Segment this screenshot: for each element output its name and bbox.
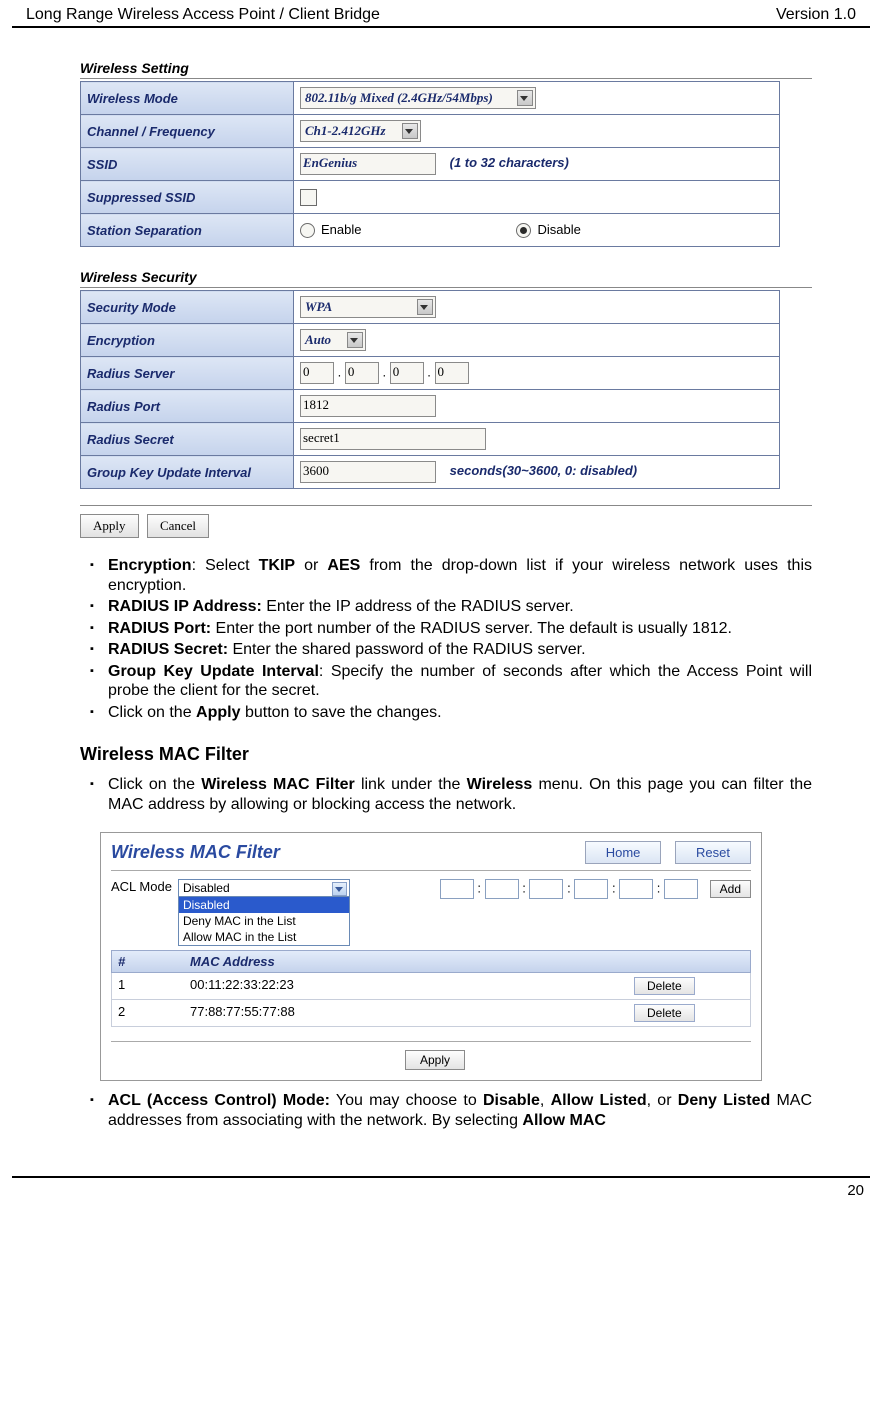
radius-ip-4[interactable]: 0 [435, 362, 469, 384]
bullet-encryption: Encryption: Select TKIP or AES from the … [80, 556, 812, 595]
wireless-security-title: Wireless Security [80, 269, 812, 288]
bullet-mac-intro: Click on the Wireless MAC Filter link un… [80, 775, 812, 814]
channel-select[interactable]: Ch1-2.412GHz [300, 120, 421, 142]
header-left: Long Range Wireless Access Point / Clien… [26, 6, 380, 24]
security-mode-label: Security Mode [81, 291, 294, 324]
col-mac: MAC Address [184, 951, 628, 972]
radius-ip-3[interactable]: 0 [390, 362, 424, 384]
cancel-button[interactable]: Cancel [147, 514, 209, 538]
acl-mode-label: ACL Mode [111, 879, 172, 894]
mac-in-1[interactable] [440, 879, 474, 899]
mac-filter-panel: Wireless MAC Filter Home Reset ACL Mode … [100, 832, 762, 1081]
radius-server-label: Radius Server [81, 357, 294, 390]
acl-selected: Disabled [179, 880, 349, 896]
radius-port-input[interactable]: 1812 [300, 395, 436, 417]
encryption-label: Encryption [81, 324, 294, 357]
mac-in-5[interactable] [619, 879, 653, 899]
security-mode-select[interactable]: WPA [300, 296, 436, 318]
channel-label: Channel / Frequency [81, 115, 294, 148]
row-num: 1 [112, 973, 184, 999]
gku-hint: seconds(30~3600, 0: disabled) [450, 463, 638, 478]
mac-in-4[interactable] [574, 879, 608, 899]
wireless-setting-title: Wireless Setting [80, 60, 812, 79]
row-num: 2 [112, 1000, 184, 1026]
radius-secret-input[interactable]: secret1 [300, 428, 486, 450]
station-separation-label: Station Separation [81, 214, 294, 247]
ssid-label: SSID [81, 148, 294, 181]
home-button[interactable]: Home [585, 841, 662, 864]
row-mac: 00:11:22:33:22:23 [184, 973, 628, 999]
mac-in-6[interactable] [664, 879, 698, 899]
bullet-acl-mode: ACL (Access Control) Mode: You may choos… [80, 1091, 812, 1130]
row-mac: 77:88:77:55:77:88 [184, 1000, 628, 1026]
table-row: 2 77:88:77:55:77:88 Delete [111, 1000, 751, 1027]
wireless-setting-panel: Wireless Setting Wireless Mode 802.11b/g… [80, 60, 812, 538]
acl-opt-disabled[interactable]: Disabled [179, 897, 349, 913]
radius-secret-label: Radius Secret [81, 423, 294, 456]
bullet-gku: Group Key Update Interval: Specify the n… [80, 662, 812, 701]
mac-in-3[interactable] [529, 879, 563, 899]
add-button[interactable]: Add [710, 880, 751, 898]
delete-button[interactable]: Delete [634, 977, 695, 995]
acl-mode-select[interactable]: Disabled Disabled Deny MAC in the List A… [178, 879, 350, 946]
delete-button[interactable]: Delete [634, 1004, 695, 1022]
enable-radio[interactable] [300, 223, 315, 238]
table-row: 1 00:11:22:33:22:23 Delete [111, 973, 751, 1000]
header-right: Version 1.0 [776, 6, 856, 24]
gku-input[interactable]: 3600 [300, 461, 436, 483]
acl-opt-allow[interactable]: Allow MAC in the List [179, 929, 349, 945]
col-num: # [112, 951, 184, 972]
radius-port-label: Radius Port [81, 390, 294, 423]
wireless-mode-label: Wireless Mode [81, 82, 294, 115]
mac-in-2[interactable] [485, 879, 519, 899]
bullet-radius-port: RADIUS Port: Enter the port number of th… [80, 619, 812, 639]
bullet-apply: Click on the Apply button to save the ch… [80, 703, 812, 723]
bullet-radius-secret: RADIUS Secret: Enter the shared password… [80, 640, 812, 660]
reset-button[interactable]: Reset [675, 841, 751, 864]
gku-label: Group Key Update Interval [81, 456, 294, 489]
radius-ip-2[interactable]: 0 [345, 362, 379, 384]
suppressed-ssid-checkbox[interactable] [300, 189, 317, 206]
suppressed-ssid-label: Suppressed SSID [81, 181, 294, 214]
mac-apply-button[interactable]: Apply [405, 1050, 465, 1070]
bullet-radius-ip: RADIUS IP Address: Enter the IP address … [80, 597, 812, 617]
apply-button[interactable]: Apply [80, 514, 139, 538]
page-number: 20 [847, 1182, 864, 1199]
mac-filter-title: Wireless MAC Filter [111, 842, 280, 863]
wireless-mode-select[interactable]: 802.11b/g Mixed (2.4GHz/54Mbps) [300, 87, 536, 109]
disable-label: Disable [537, 222, 580, 237]
disable-radio[interactable] [516, 223, 531, 238]
ssid-hint: (1 to 32 characters) [450, 155, 569, 170]
radius-ip-1[interactable]: 0 [300, 362, 334, 384]
encryption-select[interactable]: Auto [300, 329, 366, 351]
mac-filter-heading: Wireless MAC Filter [80, 744, 812, 765]
ssid-input[interactable]: EnGenius [300, 153, 436, 175]
enable-label: Enable [321, 222, 361, 237]
acl-opt-deny[interactable]: Deny MAC in the List [179, 913, 349, 929]
